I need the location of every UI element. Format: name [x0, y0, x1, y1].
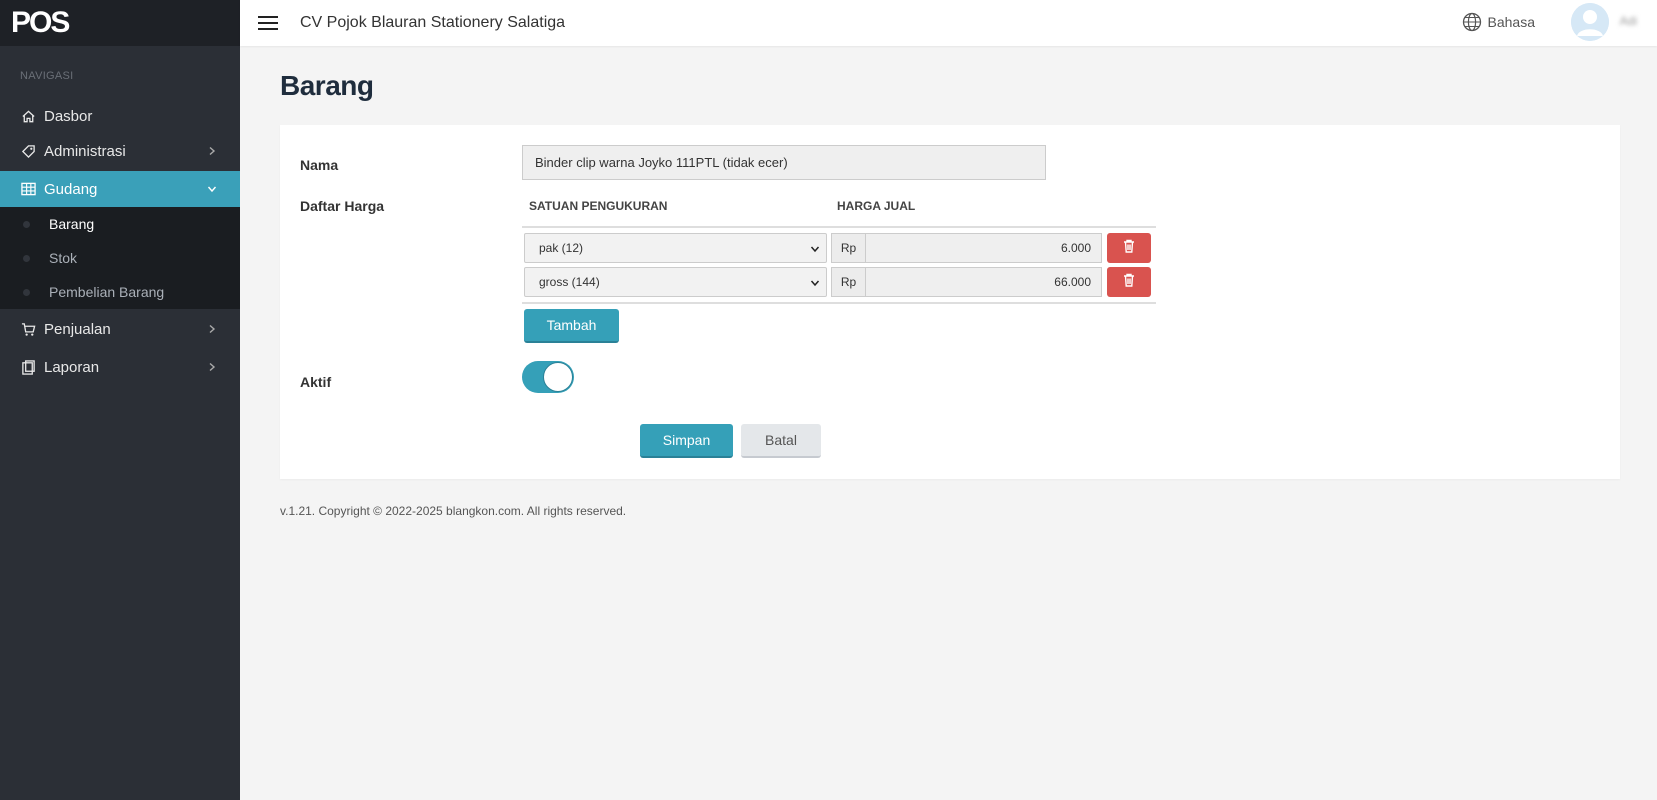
- bullet-icon: [23, 289, 30, 296]
- submenu-item-pembelian-barang[interactable]: Pembelian Barang: [0, 275, 240, 309]
- chevron-right-icon: [206, 361, 218, 373]
- globe-icon: [1462, 12, 1482, 32]
- language-selector[interactable]: Bahasa: [1462, 12, 1535, 32]
- brand-logo[interactable]: POS: [0, 0, 240, 46]
- user-name[interactable]: Adi: [1620, 14, 1637, 28]
- active-label: Aktif: [300, 374, 332, 390]
- page-title: Barang: [280, 70, 374, 101]
- nav-heading-text: NAVIGASI: [20, 70, 74, 82]
- user-avatar[interactable]: [1571, 3, 1609, 41]
- cancel-button[interactable]: Batal: [741, 424, 821, 458]
- trash-icon: [1123, 239, 1135, 258]
- unit-select[interactable]: pak (12): [524, 233, 827, 263]
- name-label: Nama: [300, 157, 339, 173]
- sidebar-item-penjualan[interactable]: Penjualan: [0, 311, 240, 347]
- divider: [522, 226, 1156, 228]
- price-input[interactable]: 66.000: [865, 267, 1102, 297]
- sidebar: POS NAVIGASI Dasbor Administrasi Gudang …: [0, 0, 240, 800]
- chevron-right-icon: [206, 145, 218, 157]
- form-card: Nama Binder clip warna Joyko 111PTL (tid…: [280, 125, 1620, 479]
- home-icon: [20, 108, 36, 124]
- sidebar-item-label: Penjualan: [44, 320, 111, 338]
- unit-column-header: SATUAN PENGUKURAN: [529, 199, 668, 213]
- chevron-down-icon: [810, 277, 820, 287]
- submenu-item-label: Stok: [49, 250, 78, 266]
- footer-text: v.1.21. Copyright © 2022-2025 blangkon.c…: [280, 504, 627, 518]
- sidebar-item-label: Dasbor: [44, 107, 93, 125]
- trash-icon: [1123, 273, 1135, 292]
- sidebar-item-laporan[interactable]: Laporan: [0, 349, 240, 385]
- sidebar-item-gudang[interactable]: Gudang: [0, 171, 240, 207]
- delete-row-button[interactable]: [1107, 267, 1151, 297]
- currency-addon: Rp: [831, 233, 865, 263]
- delete-row-button[interactable]: [1107, 233, 1151, 263]
- chevron-right-icon: [206, 323, 218, 335]
- tag-icon: [20, 143, 36, 159]
- gudang-submenu: Barang Stok Pembelian Barang: [0, 207, 240, 309]
- clipboard-icon: [20, 359, 36, 375]
- unit-select-value: pak (12): [539, 241, 584, 255]
- hamburger-menu-icon[interactable]: [258, 16, 278, 30]
- chevron-down-icon: [206, 183, 218, 195]
- active-toggle[interactable]: [522, 361, 574, 393]
- brand-text: POS: [11, 6, 70, 39]
- app-title: CV Pojok Blauran Stationery Salatiga: [300, 14, 566, 31]
- sidebar-item-dasbor[interactable]: Dasbor: [0, 98, 240, 134]
- language-label: Bahasa: [1487, 14, 1535, 30]
- cart-icon: [20, 321, 36, 337]
- sidebar-item-label: Administrasi: [44, 142, 126, 160]
- sidebar-item-label: Gudang: [44, 180, 98, 198]
- bullet-icon: [23, 255, 30, 262]
- price-column-header: HARGA JUAL: [837, 199, 916, 213]
- unit-select[interactable]: gross (144): [524, 267, 827, 297]
- submenu-item-label: Pembelian Barang: [49, 284, 165, 300]
- currency-addon: Rp: [831, 267, 865, 297]
- table-icon: [20, 181, 36, 197]
- sidebar-item-administrasi[interactable]: Administrasi: [0, 133, 240, 169]
- toggle-knob: [543, 362, 573, 392]
- bullet-icon: [23, 221, 30, 228]
- submenu-item-label: Barang: [49, 216, 95, 232]
- name-input[interactable]: Binder clip warna Joyko 111PTL (tidak ec…: [522, 145, 1046, 180]
- price-input[interactable]: 6.000: [865, 233, 1102, 263]
- unit-select-value: gross (144): [539, 275, 600, 289]
- save-button[interactable]: Simpan: [640, 424, 733, 458]
- submenu-item-stok[interactable]: Stok: [0, 241, 240, 275]
- divider: [522, 302, 1156, 304]
- submenu-item-barang[interactable]: Barang: [0, 207, 240, 241]
- top-bar: CV Pojok Blauran Stationery Salatiga Bah…: [240, 0, 1657, 46]
- price-list-label: Daftar Harga: [300, 198, 385, 214]
- chevron-down-icon: [810, 243, 820, 253]
- add-row-button[interactable]: Tambah: [524, 309, 619, 343]
- sidebar-item-label: Laporan: [44, 358, 100, 376]
